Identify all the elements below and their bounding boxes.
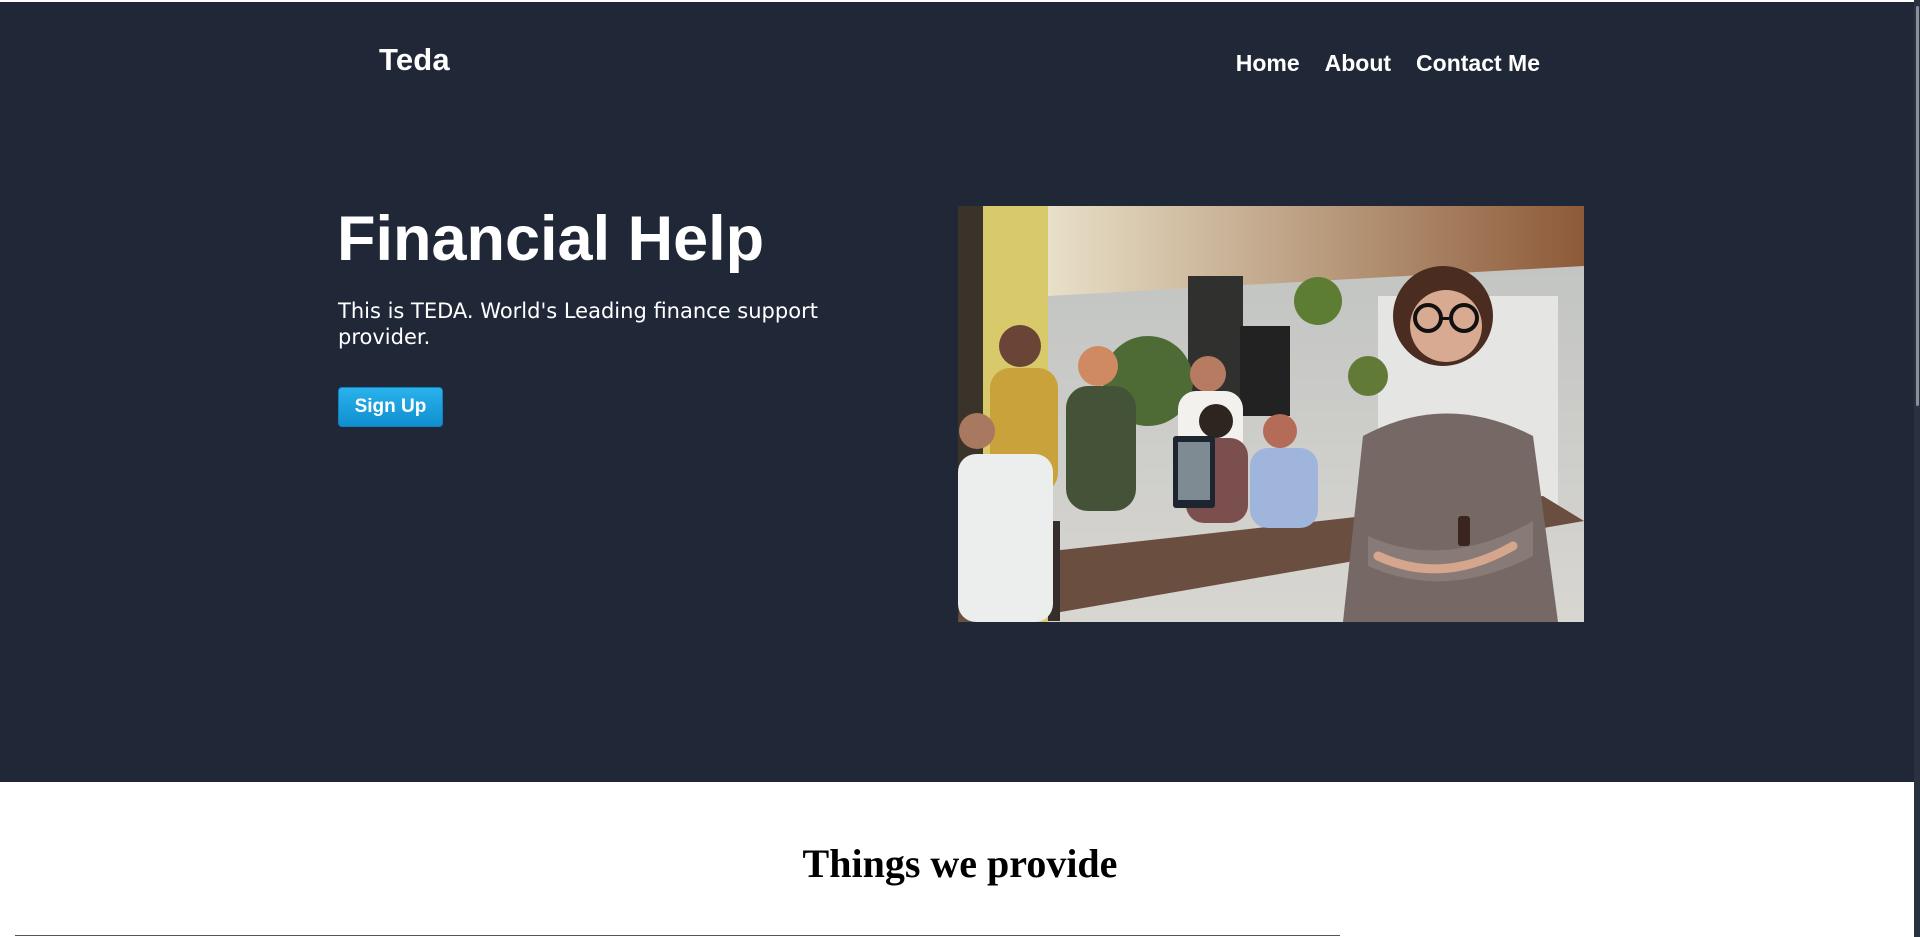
nav-home-link[interactable]: Home	[1236, 50, 1300, 77]
section-divider	[15, 935, 1340, 936]
hero-section: Teda Home About Contact Me Financial Hel…	[0, 2, 1920, 782]
vertical-scrollbar[interactable]	[1914, 0, 1920, 937]
team-office-image	[958, 206, 1584, 622]
section-title: Things we provide	[802, 841, 1118, 886]
nav-about-link[interactable]: About	[1325, 50, 1391, 77]
hero-description: This is TEDA. World's Leading finance su…	[338, 299, 818, 349]
scrollbar-thumb[interactable]	[1916, 6, 1919, 406]
brand-logo[interactable]: Teda	[379, 42, 450, 78]
hero-title: Financial Help	[337, 204, 765, 274]
main-navigation: Home About Contact Me	[1236, 50, 1540, 77]
sign-up-button[interactable]: Sign Up	[338, 387, 443, 427]
nav-contact-link[interactable]: Contact Me	[1416, 50, 1540, 77]
page: Teda Home About Contact Me Financial Hel…	[0, 0, 1920, 937]
